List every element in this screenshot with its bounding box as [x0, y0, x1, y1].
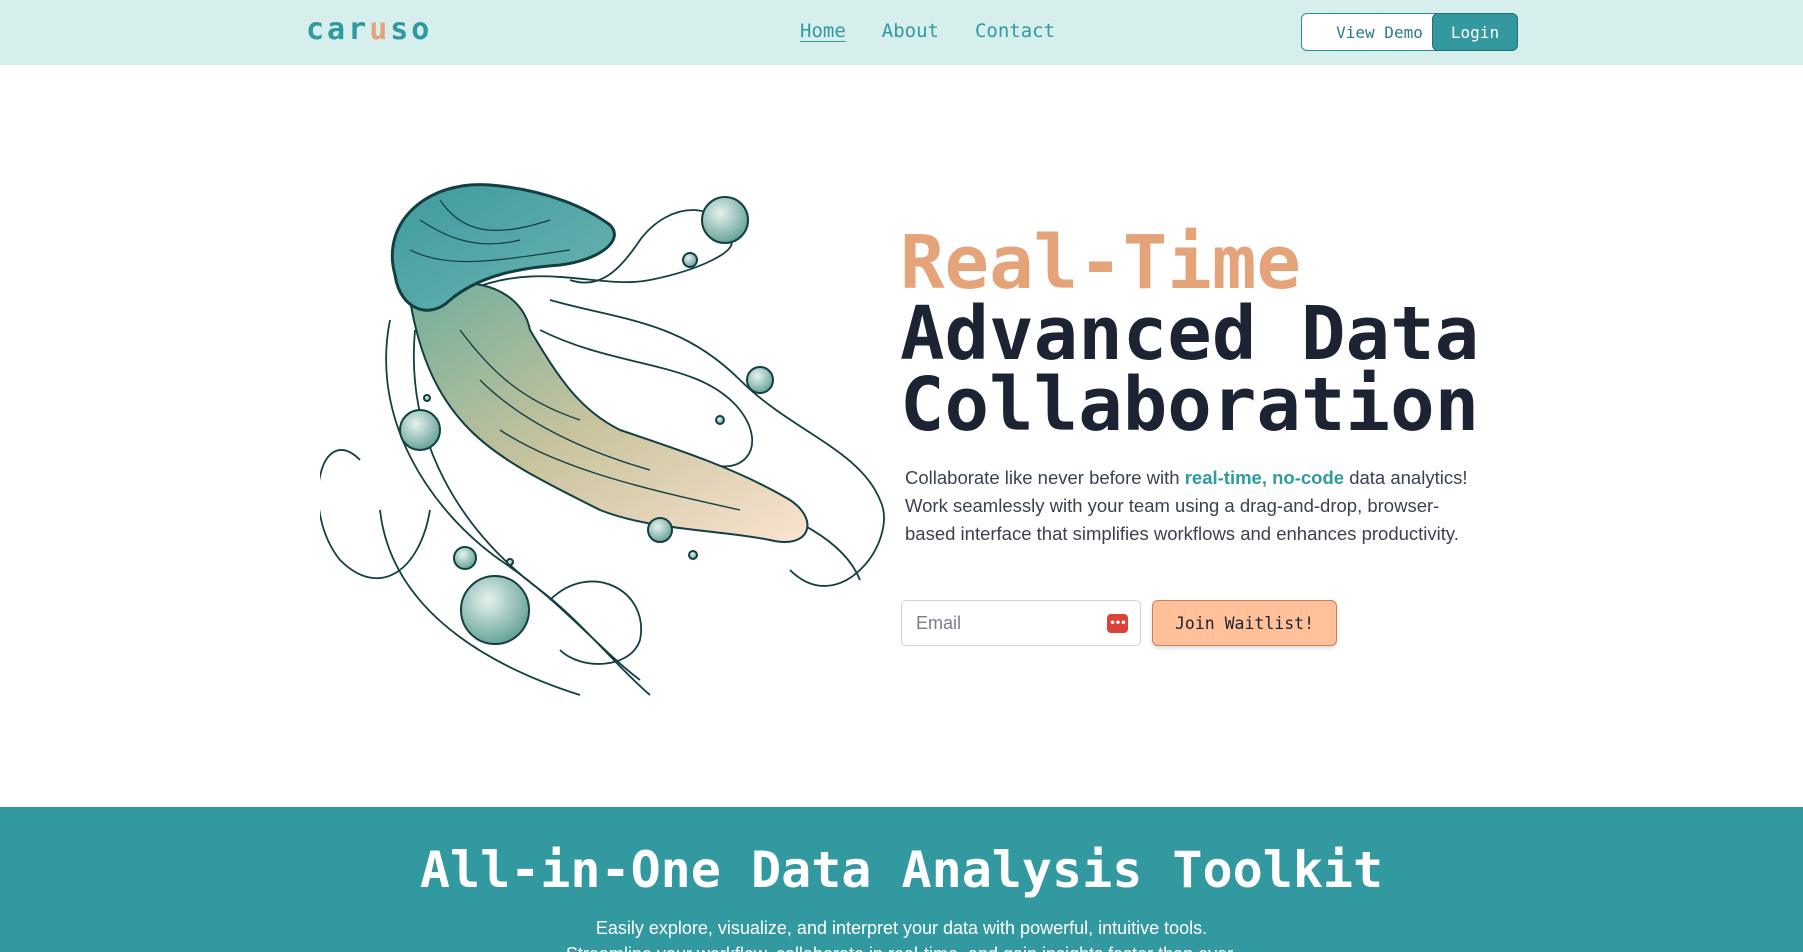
nav-links: Home About Contact: [800, 20, 1055, 42]
hero-desc-highlight: real-time, no-code: [1184, 467, 1345, 488]
toolkit-desc-line2: Streamline your workflow, collaborate in…: [0, 941, 1803, 952]
hero-desc-before: Collaborate like never before with: [905, 467, 1185, 488]
hero-description: Collaborate like never before with real-…: [905, 464, 1475, 548]
email-field-container: •••: [901, 600, 1141, 646]
nav-link-about[interactable]: About: [882, 20, 939, 42]
top-nav: caruso Home About Contact View Demo Logi…: [0, 0, 1803, 65]
logo-text-part2: so: [390, 12, 433, 47]
jellyfish-illustration: [317, 180, 900, 720]
logo[interactable]: caruso: [306, 12, 432, 47]
password-manager-icon[interactable]: •••: [1107, 614, 1128, 633]
toolkit-description: Easily explore, visualize, and interpret…: [0, 915, 1803, 952]
hero-title: Real-Time Advanced Data Collaboration: [900, 220, 1480, 448]
hero-title-line3: Collaboration: [900, 362, 1480, 448]
toolkit-desc-line1: Easily explore, visualize, and interpret…: [595, 918, 1208, 938]
join-waitlist-button[interactable]: Join Waitlist!: [1152, 600, 1337, 646]
nav-link-home[interactable]: Home: [800, 20, 846, 42]
logo-text-part1: car: [306, 12, 370, 47]
email-field[interactable]: [916, 601, 1096, 645]
hero-title-line1: Real-Time: [900, 220, 1301, 306]
login-button[interactable]: Login: [1432, 13, 1518, 51]
logo-text-accent: u: [369, 12, 391, 47]
toolkit-section: All-in-One Data Analysis Toolkit Easily …: [0, 807, 1803, 952]
hero-title-line2: Advanced Data: [900, 291, 1480, 377]
nav-link-contact[interactable]: Contact: [975, 20, 1055, 42]
toolkit-title: All-in-One Data Analysis Toolkit: [419, 841, 1384, 899]
